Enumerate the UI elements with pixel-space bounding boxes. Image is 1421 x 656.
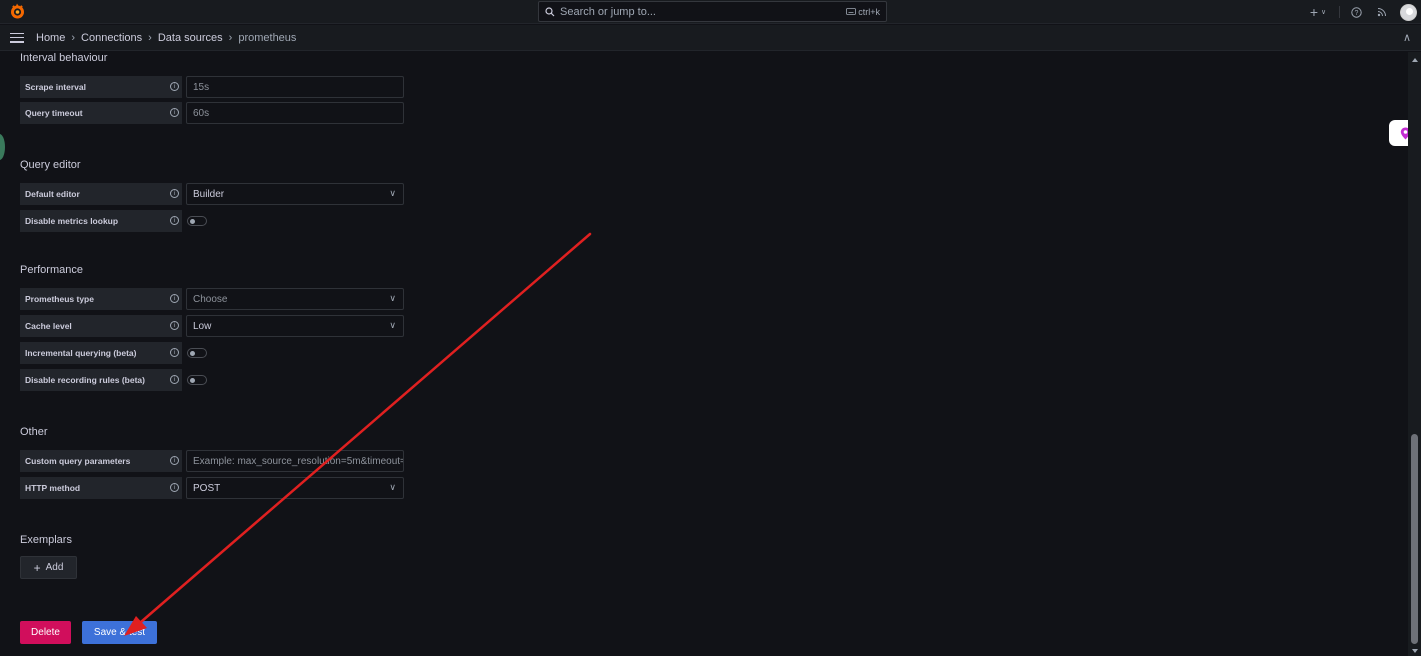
query-timeout-input[interactable]: 60s xyxy=(186,102,404,124)
save-and-test-button[interactable]: Save & test xyxy=(82,621,157,644)
breadcrumb-bar: Home › Connections › Data sources › prom… xyxy=(0,25,1421,51)
plus-icon: + xyxy=(33,560,41,575)
delete-button[interactable]: Delete xyxy=(20,621,71,644)
cache-level-label: Cache level xyxy=(20,315,182,337)
http-method-label: HTTP method xyxy=(20,477,182,499)
scrape-interval-input[interactable]: 15s xyxy=(186,76,404,98)
disable-metrics-lookup-label: Disable metrics lookup xyxy=(20,210,182,232)
chevron-down-icon: ∨ xyxy=(1321,9,1327,16)
menu-toggle-icon[interactable] xyxy=(10,32,24,43)
default-editor-label: Default editor xyxy=(20,183,182,205)
prometheus-type-placeholder: Choose xyxy=(193,293,228,305)
search-placeholder: Search or jump to... xyxy=(560,5,656,18)
info-icon[interactable]: i xyxy=(170,483,179,492)
page-scrollbar[interactable] xyxy=(1408,52,1421,656)
breadcrumb-connections[interactable]: Connections xyxy=(81,32,142,44)
breadcrumb-home[interactable]: Home xyxy=(36,32,65,44)
datasource-settings-form: Interval behaviour Scrape interval i 15s… xyxy=(0,52,1408,656)
news-button[interactable] xyxy=(1374,7,1390,17)
default-editor-value: Builder xyxy=(193,188,225,200)
breadcrumb-separator-icon: › xyxy=(228,31,233,44)
info-icon[interactable]: i xyxy=(170,348,179,357)
add-exemplar-button[interactable]: + Add xyxy=(20,556,77,579)
info-icon[interactable]: i xyxy=(170,216,179,225)
user-avatar[interactable] xyxy=(1400,3,1417,21)
cache-level-value: Low xyxy=(193,320,212,332)
section-title-other: Other xyxy=(20,426,48,438)
add-exemplar-label: Add xyxy=(45,562,64,573)
info-icon[interactable]: i xyxy=(170,82,179,91)
section-title-performance: Performance xyxy=(20,264,83,276)
custom-query-params-label: Custom query parameters xyxy=(20,450,182,472)
info-icon[interactable]: i xyxy=(170,108,179,117)
info-icon[interactable]: i xyxy=(170,321,179,330)
chevron-down-icon: ∨ xyxy=(389,293,396,303)
prometheus-type-select[interactable]: Choose ∨ xyxy=(186,288,404,310)
custom-query-params-input[interactable]: Example: max_source_resolution=5m&timeou… xyxy=(186,450,404,472)
incremental-querying-label: Incremental querying (beta) xyxy=(20,342,182,364)
plus-icon: + xyxy=(1309,4,1319,20)
chevron-down-icon: ∨ xyxy=(389,188,396,198)
info-icon[interactable]: i xyxy=(170,375,179,384)
scrollbar-thumb[interactable] xyxy=(1411,434,1418,644)
scrape-interval-label: Scrape interval xyxy=(20,76,182,98)
section-title-interval: Interval behaviour xyxy=(20,52,108,64)
info-icon[interactable]: i xyxy=(170,189,179,198)
cache-level-select[interactable]: Low ∨ xyxy=(186,315,404,337)
scroll-up-arrow-icon[interactable] xyxy=(1412,58,1418,62)
breadcrumb-separator-icon: › xyxy=(71,31,76,44)
query-timeout-label: Query timeout xyxy=(20,102,182,124)
new-menu-button[interactable]: + ∨ xyxy=(1305,4,1331,20)
disable-recording-rules-label: Disable recording rules (beta) xyxy=(20,369,182,391)
search-icon xyxy=(545,6,555,16)
scroll-down-arrow-icon[interactable] xyxy=(1412,649,1418,653)
chevron-down-icon: ∨ xyxy=(389,320,396,330)
rss-icon xyxy=(1377,8,1386,17)
svg-text:?: ? xyxy=(1354,10,1358,17)
incremental-querying-toggle[interactable] xyxy=(187,348,207,358)
default-editor-select[interactable]: Builder ∨ xyxy=(186,183,404,205)
grafana-logo-icon[interactable] xyxy=(9,3,26,20)
disable-recording-rules-toggle[interactable] xyxy=(187,375,207,385)
http-method-select[interactable]: POST ∨ xyxy=(186,477,404,499)
breadcrumb-data-sources[interactable]: Data sources xyxy=(158,32,223,44)
section-title-query-editor: Query editor xyxy=(20,159,81,171)
prometheus-type-label: Prometheus type xyxy=(20,288,182,310)
keyboard-shortcut-hint: ctrl+k xyxy=(846,7,880,17)
topbar-actions: + ∨ ? xyxy=(1305,0,1421,24)
search-bar[interactable]: Search or jump to... ctrl+k xyxy=(538,1,887,22)
chevron-down-icon: ∨ xyxy=(389,482,396,492)
toolbar-divider xyxy=(1339,6,1340,18)
http-method-value: POST xyxy=(193,482,221,494)
info-icon[interactable]: i xyxy=(170,456,179,465)
breadcrumb-current: prometheus xyxy=(238,31,297,44)
section-title-exemplars: Exemplars xyxy=(20,534,72,546)
keyboard-icon xyxy=(846,8,857,15)
collapse-chevron-up-icon[interactable]: ∧ xyxy=(1403,31,1411,44)
breadcrumb-separator-icon: › xyxy=(148,31,152,44)
info-icon[interactable]: i xyxy=(170,294,179,303)
help-icon: ? xyxy=(1350,6,1362,18)
help-button[interactable]: ? xyxy=(1348,6,1364,18)
disable-metrics-lookup-toggle[interactable] xyxy=(187,216,207,226)
top-nav-bar: Search or jump to... ctrl+k + ∨ ? xyxy=(0,0,1421,24)
shortcut-text: ctrl+k xyxy=(858,6,880,17)
